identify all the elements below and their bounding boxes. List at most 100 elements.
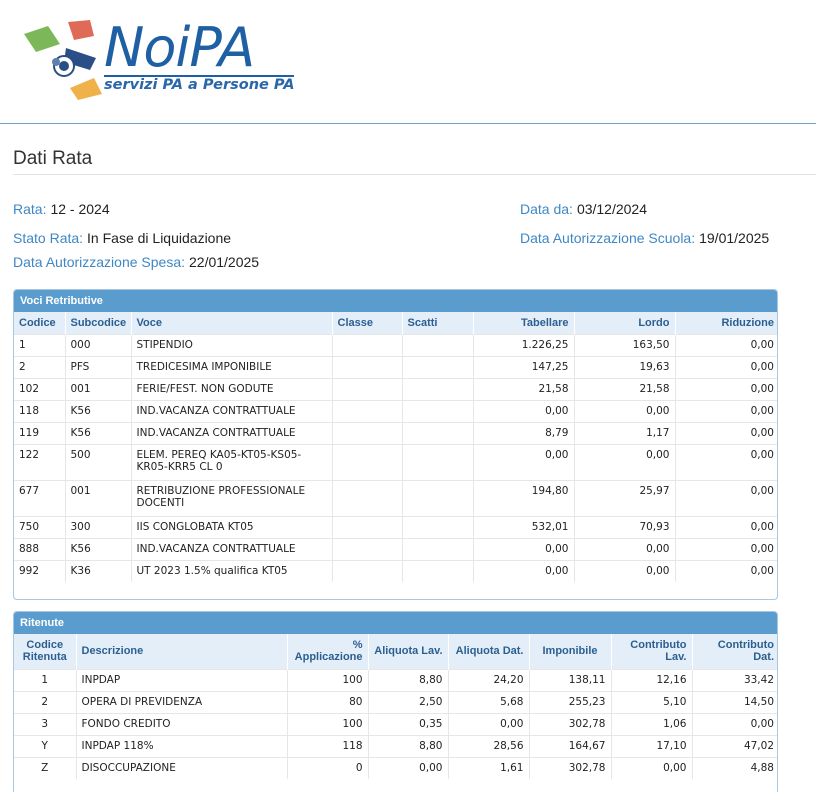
cell-subcodice: 001	[65, 479, 132, 516]
cell-tabellare: 532,01	[473, 515, 575, 538]
data-da-field: Data da: 03/12/2024	[520, 201, 647, 217]
cell-classe	[332, 333, 403, 356]
voci-retributive-table: Codice Subcodice Voce Classe Scatti Tabe…	[14, 312, 777, 582]
col-riduzione[interactable]: Riduzione	[675, 312, 777, 334]
cell-descrizione: INPDAP 118%	[76, 734, 288, 757]
cell-lordo: 25,97	[574, 479, 676, 516]
cell-applicazione: 100	[287, 668, 369, 691]
col-contributo-lav[interactable]: Contributo Lav.	[611, 634, 693, 669]
cell-subcodice: K56	[65, 421, 132, 444]
cell-aliquota-dat: 1,61	[448, 756, 530, 779]
stato-rata-field: Stato Rata: In Fase di Liquidazione	[13, 230, 231, 246]
cell-descrizione: DISOCCUPAZIONE	[76, 756, 288, 779]
cell-tabellare: 194,80	[473, 479, 575, 516]
cell-voce: FERIE/FEST. NON GODUTE	[131, 377, 333, 400]
cell-aliquota-dat: 5,68	[448, 690, 530, 713]
aut-scuola-value: 19/01/2025	[699, 230, 770, 246]
logo-wordmark: NoiPA	[104, 16, 255, 79]
cell-subcodice: PFS	[65, 355, 132, 378]
cell-aliquota-lav: 2,50	[368, 690, 449, 713]
cell-imponibile: 302,78	[529, 756, 612, 779]
table-row: 118 K56 IND.VACANZA CONTRATTUALE 0,00 0,00 0,…	[14, 399, 777, 422]
col-aliquota-lav[interactable]: Aliquota Lav.	[368, 634, 449, 669]
title-divider	[13, 174, 816, 175]
cell-subcodice: K56	[65, 537, 132, 560]
cell-aliquota-dat: 24,20	[448, 668, 530, 691]
table-row: 2 PFS TREDICESIMA IMPONIBILE 147,25 19,63 0,0…	[14, 355, 777, 378]
cell-scatti	[402, 355, 474, 378]
cell-voce: IIS CONGLOBATA KT05	[131, 515, 333, 538]
cell-riduzione: 0,00	[675, 443, 777, 480]
col-tabellare[interactable]: Tabellare	[473, 312, 575, 334]
col-scatti[interactable]: Scatti	[402, 312, 474, 334]
noipa-logo[interactable]: NoiPA servizi PA a Persone PA	[20, 16, 300, 104]
page-header: NoiPA servizi PA a Persone PA	[0, 0, 816, 124]
cell-riduzione: 0,00	[675, 355, 777, 378]
cell-aliquota-dat: 0,00	[448, 712, 530, 735]
cell-subcodice: K36	[65, 559, 132, 582]
table-row: 1 INPDAP 100 8,80 24,20 138,11 12,16 33,42	[14, 668, 777, 691]
cell-scatti	[402, 333, 474, 356]
cell-tabellare: 1.226,25	[473, 333, 575, 356]
ritenute-table-body: 1 INPDAP 100 8,80 24,20 138,11 12,16 33,42 2 OPER…	[14, 668, 777, 779]
logo-tagline: servizi PA a Persone PA	[104, 77, 295, 93]
cell-classe	[332, 559, 403, 582]
cell-codice-ritenuta: 1	[14, 668, 77, 691]
cell-codice: 888	[14, 537, 66, 560]
table-row: 122 500 ELEM. PEREQ KA05-KT05-KS05-KR05-KR…	[14, 443, 777, 480]
col-codice[interactable]: Codice	[14, 312, 66, 334]
rata-value: 12 - 2024	[50, 201, 110, 217]
cell-imponibile: 255,23	[529, 690, 612, 713]
rata-field: Rata: 12 - 2024	[13, 201, 110, 217]
cell-imponibile: 164,67	[529, 734, 612, 757]
voci-table-body: 1 000 STIPENDIO 1.226,25 163,50 0,00 2 PFS TREDI…	[14, 333, 777, 582]
col-contributo-dat[interactable]: Contributo Dat.	[692, 634, 777, 669]
col-aliquota-dat[interactable]: Aliquota Dat.	[448, 634, 530, 669]
cell-tabellare: 0,00	[473, 559, 575, 582]
cell-riduzione: 0,00	[675, 559, 777, 582]
aut-spesa-label: Data Autorizzazione Spesa:	[13, 254, 185, 270]
cell-voce: IND.VACANZA CONTRATTUALE	[131, 399, 333, 422]
table-row: Y INPDAP 118% 118 8,80 28,56 164,67 17,10 47,02	[14, 734, 777, 757]
cell-tabellare: 21,58	[473, 377, 575, 400]
cell-lordo: 0,00	[574, 537, 676, 560]
cell-voce: STIPENDIO	[131, 333, 333, 356]
col-lordo[interactable]: Lordo	[574, 312, 676, 334]
cell-scatti	[402, 537, 474, 560]
cell-contributo-lav: 17,10	[611, 734, 693, 757]
col-applicazione[interactable]: % Applicazione	[287, 634, 369, 669]
aut-scuola-label: Data Autorizzazione Scuola:	[520, 230, 696, 246]
cell-classe	[332, 377, 403, 400]
cell-contributo-lav: 5,10	[611, 690, 693, 713]
cell-imponibile: 302,78	[529, 712, 612, 735]
cell-subcodice: K56	[65, 399, 132, 422]
cell-contributo-lav: 0,00	[611, 756, 693, 779]
cell-classe	[332, 421, 403, 444]
cell-applicazione: 118	[287, 734, 369, 757]
cell-codice: 119	[14, 421, 66, 444]
col-subcodice[interactable]: Subcodice	[65, 312, 132, 334]
col-codice-ritenuta[interactable]: Codice Ritenuta	[14, 634, 77, 669]
page-title: Dati Rata	[13, 148, 93, 169]
cell-codice: 677	[14, 479, 66, 516]
col-classe[interactable]: Classe	[332, 312, 403, 334]
aut-spesa-value: 22/01/2025	[189, 254, 260, 270]
cell-scatti	[402, 377, 474, 400]
cell-scatti	[402, 443, 474, 480]
cell-riduzione: 0,00	[675, 333, 777, 356]
col-descrizione[interactable]: Descrizione	[76, 634, 288, 669]
table-row: Z DISOCCUPAZIONE 0 0,00 1,61 302,78 0,00 4,88	[14, 756, 777, 779]
cell-descrizione: INPDAP	[76, 668, 288, 691]
col-imponibile[interactable]: Imponibile	[529, 634, 612, 669]
cell-codice: 992	[14, 559, 66, 582]
cell-scatti	[402, 421, 474, 444]
cell-codice: 102	[14, 377, 66, 400]
col-voce[interactable]: Voce	[131, 312, 333, 334]
cell-classe	[332, 399, 403, 422]
cell-contributo-lav: 1,06	[611, 712, 693, 735]
cell-codice: 122	[14, 443, 66, 480]
table-row: 119 K56 IND.VACANZA CONTRATTUALE 8,79 1,17 0,…	[14, 421, 777, 444]
cell-tabellare: 8,79	[473, 421, 575, 444]
cell-applicazione: 80	[287, 690, 369, 713]
cell-classe	[332, 355, 403, 378]
